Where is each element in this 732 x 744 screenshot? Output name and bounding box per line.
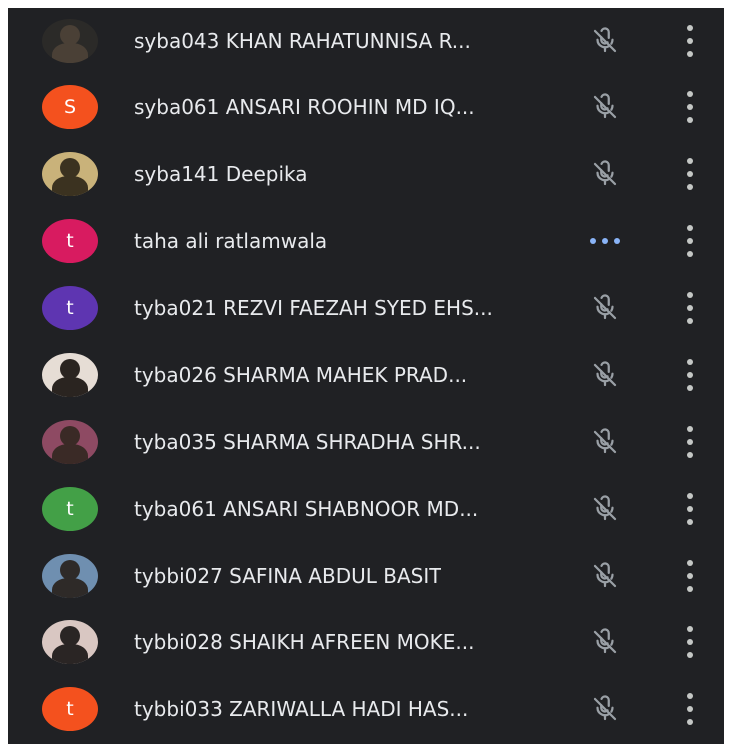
avatar	[42, 19, 98, 63]
more-vert-icon[interactable]	[684, 225, 696, 257]
mic-off-icon	[590, 627, 620, 657]
avatar-photo-body	[52, 377, 88, 397]
more-vert-icon[interactable]	[684, 626, 696, 658]
avatar-photo-head	[60, 359, 80, 379]
avatar-letter: t	[66, 698, 74, 720]
more-vert-icon[interactable]	[684, 91, 696, 123]
avatar-photo-head	[60, 560, 80, 580]
more-vert-icon[interactable]	[684, 560, 696, 592]
avatar-photo-body	[52, 444, 88, 464]
more-vert-icon[interactable]	[684, 693, 696, 725]
participant-row[interactable]: S syba061 ANSARI ROOHIN MD IQ...	[8, 74, 724, 140]
participant-row[interactable]: syba043 KHAN RAHATUNNISA R...	[8, 8, 724, 74]
avatar: t	[42, 487, 98, 531]
avatar-photo-body	[52, 578, 88, 598]
speaking-dots-icon	[590, 236, 620, 246]
mic-off-icon	[590, 293, 620, 323]
participant-row[interactable]: tybbi027 SAFINA ABDUL BASIT	[8, 543, 724, 609]
mic-off-icon	[590, 92, 620, 122]
avatar	[42, 620, 98, 664]
avatar	[42, 353, 98, 397]
avatar-photo-body	[52, 644, 88, 664]
participant-name: tybbi028 SHAIKH AFREEN MOKE...	[134, 630, 475, 654]
mic-off-icon	[590, 360, 620, 390]
more-vert-icon[interactable]	[684, 292, 696, 324]
participant-name: tyba026 SHARMA MAHEK PRAD...	[134, 363, 468, 387]
participant-name: tybbi033 ZARIWALLA HADI HAS...	[134, 697, 469, 721]
participant-name: tybbi027 SAFINA ABDUL BASIT	[134, 564, 442, 588]
participant-row[interactable]: tyba035 SHARMA SHRADHA SHR...	[8, 409, 724, 475]
participant-row[interactable]: tybbi028 SHAIKH AFREEN MOKE...	[8, 609, 724, 675]
mic-off-icon	[590, 26, 620, 56]
participant-name: syba061 ANSARI ROOHIN MD IQ...	[134, 95, 475, 119]
avatar	[42, 420, 98, 464]
participant-row[interactable]: t tyba021 REZVI FAEZAH SYED EHS...	[8, 275, 724, 341]
more-vert-icon[interactable]	[684, 359, 696, 391]
participant-row[interactable]: syba141 Deepika	[8, 141, 724, 207]
more-vert-icon[interactable]	[684, 493, 696, 525]
participant-row[interactable]: tyba026 SHARMA MAHEK PRAD...	[8, 342, 724, 408]
participant-row[interactable]: t taha ali ratlamwala	[8, 208, 724, 274]
avatar-photo-head	[60, 25, 80, 45]
avatar-photo-head	[60, 158, 80, 178]
avatar-photo-body	[52, 176, 88, 196]
participant-name: tyba035 SHARMA SHRADHA SHR...	[134, 430, 481, 454]
participant-name: tyba021 REZVI FAEZAH SYED EHS...	[134, 296, 493, 320]
participant-name: syba141 Deepika	[134, 162, 308, 186]
avatar: t	[42, 219, 98, 263]
avatar-letter: t	[66, 297, 74, 319]
avatar-photo-head	[60, 626, 80, 646]
participant-row[interactable]: t tyba061 ANSARI SHABNOOR MD...	[8, 476, 724, 542]
avatar: S	[42, 85, 98, 129]
participant-row[interactable]: t tybbi033 ZARIWALLA HADI HAS...	[8, 676, 724, 742]
participant-name: tyba061 ANSARI SHABNOOR MD...	[134, 497, 479, 521]
avatar: t	[42, 687, 98, 731]
participants-list: syba043 KHAN RAHATUNNISA R... S syba061 …	[8, 8, 724, 744]
mic-off-icon	[590, 159, 620, 189]
avatar	[42, 152, 98, 196]
participant-name: syba043 KHAN RAHATUNNISA R...	[134, 29, 471, 53]
mic-off-icon	[590, 427, 620, 457]
mic-off-icon	[590, 561, 620, 591]
participant-name: taha ali ratlamwala	[134, 229, 328, 253]
more-vert-icon[interactable]	[684, 25, 696, 57]
avatar-letter: t	[66, 230, 74, 252]
avatar-photo-body	[52, 43, 88, 63]
avatar-photo-head	[60, 426, 80, 446]
mic-off-icon	[590, 494, 620, 524]
avatar-letter: S	[63, 96, 77, 118]
avatar-letter: t	[66, 498, 74, 520]
more-vert-icon[interactable]	[684, 158, 696, 190]
avatar: t	[42, 286, 98, 330]
avatar	[42, 554, 98, 598]
mic-off-icon	[590, 694, 620, 724]
more-vert-icon[interactable]	[684, 426, 696, 458]
